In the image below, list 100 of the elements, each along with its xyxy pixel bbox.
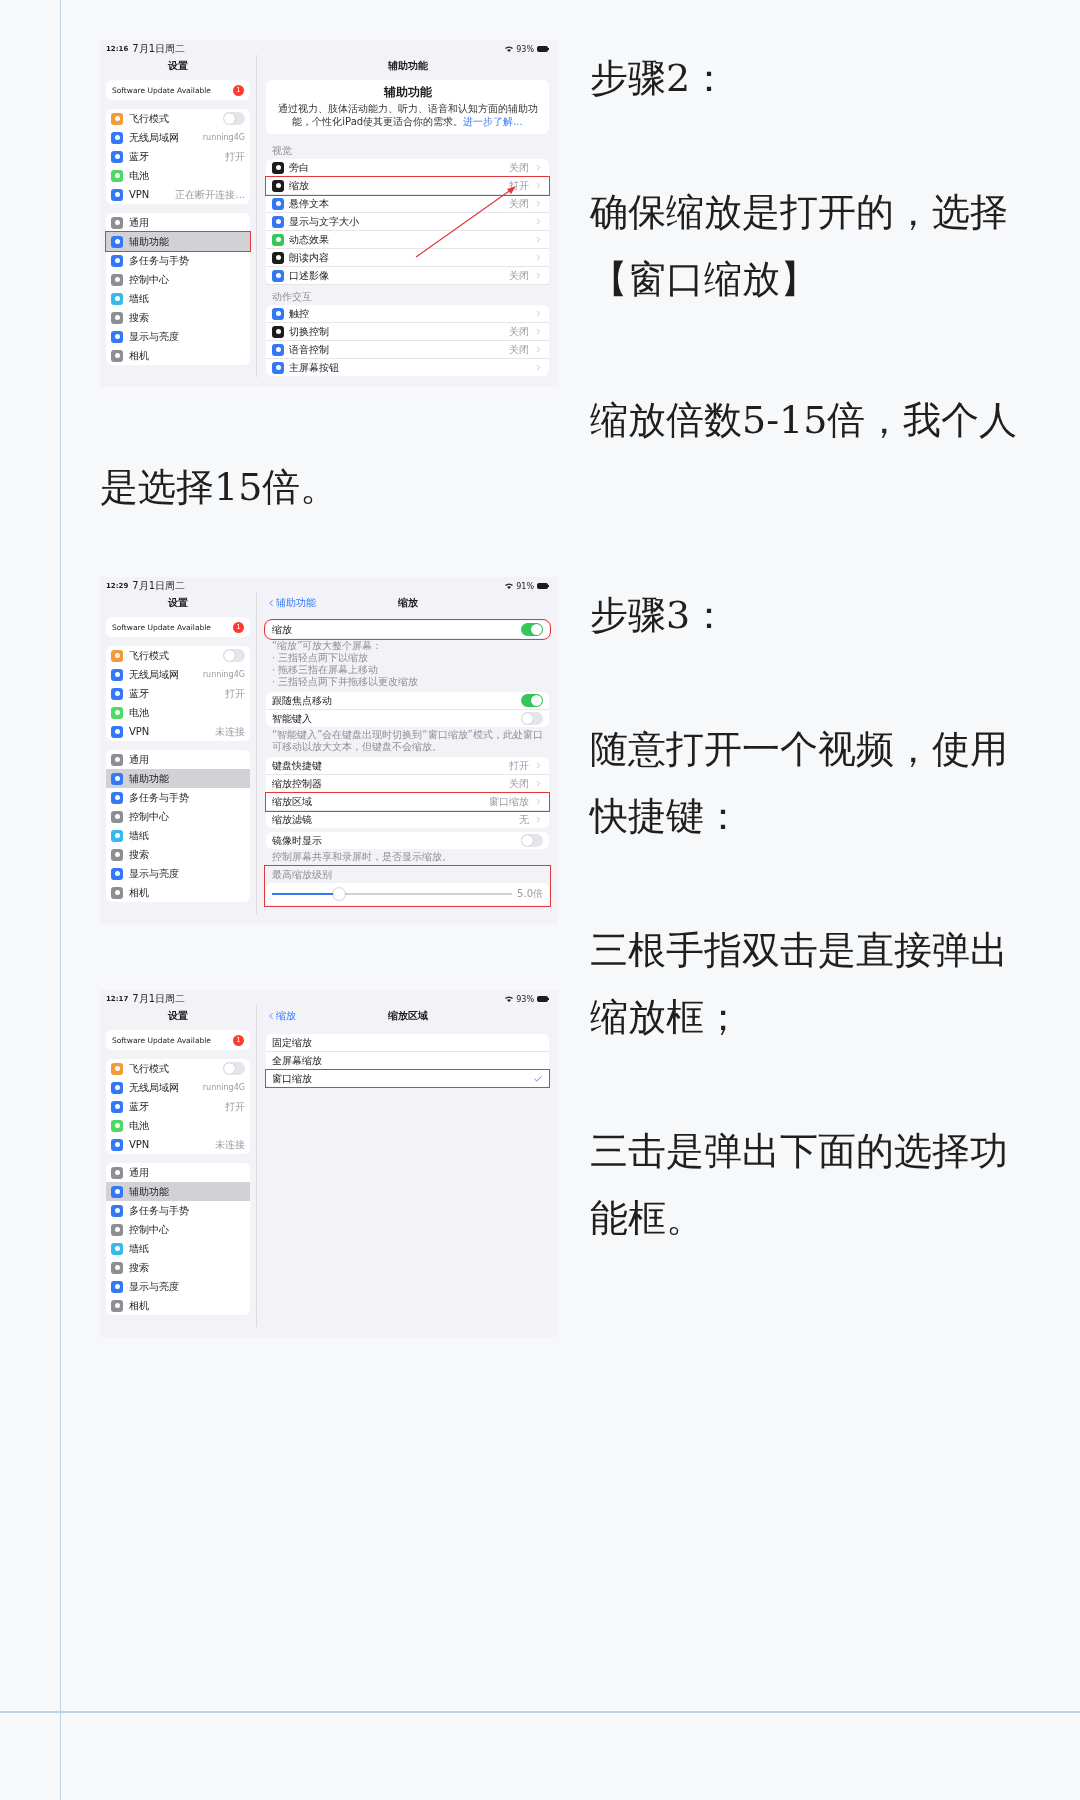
settings-row[interactable]: 缩放滤镜 无 bbox=[266, 811, 549, 828]
sidebar-item[interactable]: 搜索 bbox=[106, 845, 250, 864]
sidebar-item[interactable]: 蓝牙 打开 bbox=[106, 147, 250, 166]
settings-row[interactable]: 固定缩放 bbox=[266, 1034, 549, 1052]
sidebar-item[interactable]: 通用 bbox=[106, 1163, 250, 1182]
sidebar-item[interactable]: 墙纸 bbox=[106, 289, 250, 308]
value-text: 关闭 bbox=[509, 342, 529, 357]
settings-row[interactable]: 旁白 关闭 bbox=[266, 159, 549, 177]
description-text: 通过视力、肢体活动能力、听力、语音和认知方面的辅助功能，个性化iPad使其更适合你的需求。进一步了解... bbox=[276, 103, 539, 128]
wifi-icon bbox=[505, 996, 514, 1002]
sidebar-item[interactable]: 控制中心 bbox=[106, 270, 250, 289]
settings-row[interactable]: 缩放控制器 关闭 bbox=[266, 775, 549, 793]
sidebar-item[interactable]: VPN 未连接 bbox=[106, 1135, 250, 1154]
sidebar-item[interactable]: 显示与亮度 bbox=[106, 1277, 250, 1296]
nav-title: 缩放 bbox=[397, 596, 418, 610]
sidebar-item[interactable]: 显示与亮度 bbox=[106, 864, 250, 883]
sidebar-item[interactable]: 控制中心 bbox=[106, 807, 250, 826]
value-text: 打开 bbox=[225, 149, 245, 164]
battery-icon bbox=[537, 583, 549, 589]
sidebar-item[interactable]: VPN 正在断开连接... bbox=[106, 185, 250, 204]
sidebar-item[interactable]: 相机 bbox=[106, 346, 250, 365]
section-label: 视觉 bbox=[271, 144, 293, 158]
sidebar-item[interactable]: 辅助功能 bbox=[106, 232, 250, 251]
toggle-switch[interactable] bbox=[223, 112, 245, 125]
sidebar-item[interactable]: 多任务与手势 bbox=[106, 1201, 250, 1220]
sidebar-item[interactable]: 电池 bbox=[106, 703, 250, 722]
sidebar-item[interactable]: 相机 bbox=[106, 1296, 250, 1315]
sidebar-item[interactable]: 通用 bbox=[106, 213, 250, 232]
value-text: running4G bbox=[202, 670, 245, 679]
status-date: 7月1日周二 bbox=[132, 42, 186, 56]
sidebar-item[interactable]: 搜索 bbox=[106, 1258, 250, 1277]
paragraph-text: 三击是弹出下面的选择功能框。 bbox=[590, 1128, 1009, 1242]
settings-row[interactable]: 智能键入 bbox=[266, 710, 549, 727]
sidebar-item[interactable]: 控制中心 bbox=[106, 1220, 250, 1239]
sidebar-item[interactable]: 墙纸 bbox=[106, 826, 250, 845]
slider-reading: 5.0倍 bbox=[517, 887, 543, 901]
sidebar-title: 设置 bbox=[167, 59, 189, 73]
settings-row[interactable]: 缩放区域 窗口缩放 bbox=[266, 793, 549, 811]
battery-icon bbox=[537, 996, 549, 1002]
value-text: 未连接 bbox=[215, 724, 245, 739]
sidebar-item[interactable]: 无线局域网 running4G bbox=[106, 665, 250, 684]
toggle-switch[interactable] bbox=[223, 649, 245, 662]
settings-row[interactable]: 显示与文字大小 bbox=[266, 213, 549, 231]
settings-row[interactable]: 跟随焦点移动 bbox=[266, 692, 549, 710]
settings-row[interactable]: 口述影像 关闭 bbox=[266, 267, 549, 285]
sidebar-item[interactable]: 电池 bbox=[106, 1116, 250, 1135]
sidebar-item[interactable]: 多任务与手势 bbox=[106, 251, 250, 270]
sidebar-item[interactable]: 辅助功能 bbox=[106, 1182, 250, 1201]
settings-row[interactable]: 镜像时显示 bbox=[266, 832, 549, 849]
settings-row[interactable]: 触控 bbox=[266, 305, 549, 323]
toggle-switch[interactable] bbox=[521, 712, 543, 725]
paragraph-text: 缩放倍数5-15倍，我个人是选择15倍。 bbox=[100, 397, 1019, 511]
toggle-switch[interactable] bbox=[521, 623, 543, 636]
settings-row[interactable]: 悬停文本 关闭 bbox=[266, 195, 549, 213]
sidebar-item[interactable]: 多任务与手势 bbox=[106, 788, 250, 807]
nav-title: 缩放区域 bbox=[387, 1009, 428, 1023]
back-link[interactable]: 辅助功能 bbox=[266, 596, 316, 610]
settings-row[interactable]: 朗读内容 bbox=[266, 249, 549, 267]
settings-row[interactable]: 切换控制 关闭 bbox=[266, 323, 549, 341]
chevron-icon bbox=[266, 1011, 276, 1021]
sidebar-item[interactable]: 电池 bbox=[106, 166, 250, 185]
back-link[interactable]: 缩放 bbox=[266, 1009, 296, 1023]
value-text: 无 bbox=[519, 812, 529, 827]
sidebar-item[interactable]: 飞行模式 bbox=[106, 1059, 250, 1078]
toggle-switch[interactable] bbox=[521, 694, 543, 707]
settings-row[interactable]: 动态效果 bbox=[266, 231, 549, 249]
sidebar-item[interactable]: 搜索 bbox=[106, 308, 250, 327]
sidebar-item[interactable]: 飞行模式 bbox=[106, 646, 250, 665]
sidebar-item[interactable]: 蓝牙 打开 bbox=[106, 684, 250, 703]
sidebar-item[interactable]: 辅助功能 bbox=[106, 769, 250, 788]
nav-title: 辅助功能 bbox=[387, 59, 428, 73]
sidebar-item[interactable]: 相机 bbox=[106, 883, 250, 902]
learn-more-link[interactable]: 进一步了解... bbox=[463, 115, 523, 127]
settings-row[interactable]: 缩放 bbox=[266, 621, 549, 638]
footnote-text: · 三指轻点两下并拖移以更改缩放 bbox=[272, 676, 420, 688]
sidebar-item[interactable]: 通用 bbox=[106, 750, 250, 769]
slider-thumb[interactable] bbox=[333, 888, 346, 900]
sidebar-item[interactable]: 无线局域网 running4G bbox=[106, 1078, 250, 1097]
value-text: 窗口缩放 bbox=[489, 794, 529, 809]
sidebar-item[interactable]: VPN 未连接 bbox=[106, 722, 250, 741]
settings-row[interactable]: 全屏幕缩放 bbox=[266, 1052, 549, 1070]
paragraph-text: 确保缩放是打开的，选择【窗口缩放】 bbox=[590, 189, 1009, 303]
value-text: 关闭 bbox=[509, 776, 529, 791]
settings-row[interactable]: 语音控制 关闭 bbox=[266, 341, 549, 359]
wifi-icon bbox=[505, 46, 514, 52]
sidebar-item[interactable]: 飞行模式 bbox=[106, 109, 250, 128]
sidebar-item[interactable]: 无线局域网 running4G bbox=[106, 128, 250, 147]
settings-row[interactable]: 键盘快捷键 打开 bbox=[266, 757, 549, 775]
page-heading: 辅助功能 bbox=[382, 84, 433, 101]
paragraph-text: 步骤3： bbox=[590, 592, 730, 639]
sidebar-item[interactable]: 蓝牙 打开 bbox=[106, 1097, 250, 1116]
settings-row[interactable]: 窗口缩放 bbox=[266, 1070, 549, 1087]
value-text: 打开 bbox=[509, 758, 529, 773]
toggle-switch[interactable] bbox=[223, 1062, 245, 1075]
settings-row[interactable]: 主屏幕按钮 bbox=[266, 359, 549, 376]
sidebar-item[interactable]: 显示与亮度 bbox=[106, 327, 250, 346]
toggle-switch[interactable] bbox=[521, 834, 543, 847]
sidebar-item[interactable]: 墙纸 bbox=[106, 1239, 250, 1258]
value-text: running4G bbox=[202, 133, 245, 142]
battery-percent: 91% bbox=[516, 581, 534, 591]
